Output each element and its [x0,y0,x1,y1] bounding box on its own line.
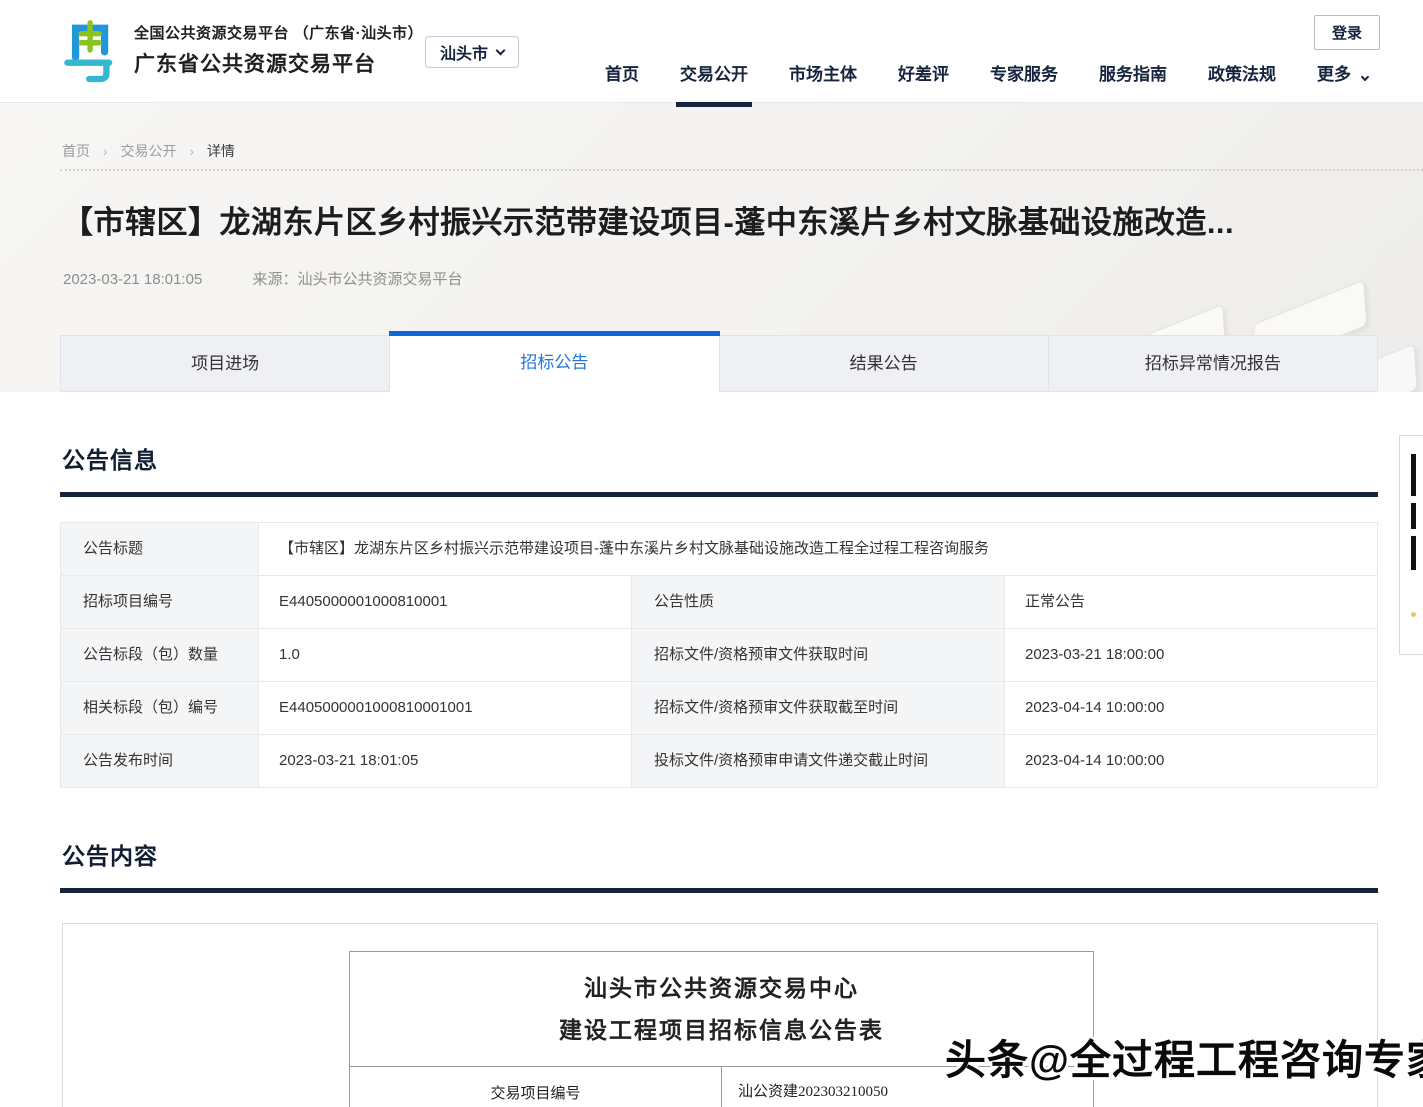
tab-bid-announcement[interactable]: 招标公告 [389,335,718,392]
row-label: 相关标段（包）编号 [61,682,259,735]
platform-name-province: 广东省公共资源交易平台 [134,48,423,78]
nav-item-more-label: 更多 [1317,65,1351,84]
nav-item-expert-service[interactable]: 专家服务 [990,60,1058,85]
table-row: 相关标段（包）编号 E4405000001000810001001 招标文件/资… [61,682,1378,735]
nav-item-more[interactable]: 更多 [1317,60,1368,85]
platform-logo-icon [62,14,120,86]
row-value: E4405000001000810001 [259,576,632,629]
brand-text: 全国公共资源交易平台 （广东省·汕头市） 广东省公共资源交易平台 [134,22,423,78]
table-row: 公告发布时间 2023-03-21 18:01:05 投标文件/资格预审申请文件… [61,735,1378,788]
side-widget-text-decoration [1411,536,1416,570]
city-selector[interactable]: 汕头市 [425,36,519,68]
table-row: 招标项目编号 E4405000001000810001 公告性质 正常公告 [61,576,1378,629]
breadcrumb-divider [60,169,1423,171]
row-value: 2023-03-21 18:00:00 [1005,629,1378,682]
breadcrumb-home[interactable]: 首页 [62,143,90,159]
breadcrumb-separator: › [189,143,194,159]
table-row: 公告标题 【市辖区】龙湖东片区乡村振兴示范带建设项目-蓬中东溪片乡村文脉基础设施… [61,523,1378,576]
row-label: 招标文件/资格预审文件获取截至时间 [632,682,1005,735]
city-selector-value: 汕头市 [440,40,488,64]
row-label: 招标项目编号 [61,576,259,629]
row-label: 交易项目编号 [350,1067,722,1107]
brand: 全国公共资源交易平台 （广东省·汕头市） 广东省公共资源交易平台 [62,14,423,86]
main-nav: 首页 交易公开 市场主体 好差评 专家服务 服务指南 政策法规 更多 [605,60,1368,85]
content-section-rule [60,888,1378,893]
info-section-heading: 公告信息 [62,441,1423,475]
platform-name-national: 全国公共资源交易平台 （广东省·汕头市） [134,22,423,43]
row-value: 2023-04-14 10:00:00 [1005,682,1378,735]
site-header: 全国公共资源交易平台 （广东省·汕头市） 广东省公共资源交易平台 汕头市 首页 … [0,0,1423,103]
breadcrumb-trade-public[interactable]: 交易公开 [120,143,176,159]
row-value: 2023-04-14 10:00:00 [1005,735,1378,788]
info-section-rule [60,492,1378,497]
article-meta: 2023-03-21 18:01:05 来源：汕头市公共资源交易平台 [63,268,462,289]
nav-item-home[interactable]: 首页 [605,60,639,85]
article-banner: 首页 › 交易公开 › 详情 【市辖区】龙湖东片区乡村振兴示范带建设项目-蓬中东… [0,103,1423,392]
announcement-info-table: 公告标题 【市辖区】龙湖东片区乡村振兴示范带建设项目-蓬中东溪片乡村文脉基础设施… [60,522,1378,788]
breadcrumb: 首页 › 交易公开 › 详情 [62,141,235,161]
row-value: 2023-03-21 18:01:05 [259,735,632,788]
row-label: 投标文件/资格预审申请文件递交截止时间 [632,735,1005,788]
row-value: 1.0 [259,629,632,682]
floating-side-widget[interactable] [1399,435,1423,655]
nav-item-service-guide[interactable]: 服务指南 [1099,60,1167,85]
source-label: 来源：汕头市公共资源交易平台 [252,271,462,288]
nav-item-policy[interactable]: 政策法规 [1208,60,1276,85]
publish-time: 2023-03-21 18:01:05 [63,271,202,288]
row-label: 公告标段（包）数量 [61,629,259,682]
side-widget-text-decoration [1411,503,1416,529]
tab-result-announcement[interactable]: 结果公告 [719,335,1048,392]
row-label: 招标文件/资格预审文件获取时间 [632,629,1005,682]
tab-project-entry[interactable]: 项目进场 [60,335,389,392]
row-value: E4405000001000810001001 [259,682,632,735]
row-label: 公告标题 [61,523,259,576]
chevron-down-icon [496,45,506,55]
nav-item-rating[interactable]: 好差评 [898,60,949,85]
chevron-down-icon [1360,73,1368,81]
nav-item-market-entity[interactable]: 市场主体 [789,60,857,85]
row-label: 公告发布时间 [61,735,259,788]
table-row: 公告标段（包）数量 1.0 招标文件/资格预审文件获取时间 2023-03-21… [61,629,1378,682]
row-label: 公告性质 [632,576,1005,629]
doc-title-line1: 汕头市公共资源交易中心 [350,968,1093,1010]
tab-abnormal-report[interactable]: 招标异常情况报告 [1048,335,1378,392]
side-widget-text-decoration [1411,454,1416,496]
announcement-tabs: 项目进场 招标公告 结果公告 招标异常情况报告 [60,335,1378,392]
breadcrumb-detail: 详情 [207,143,235,159]
nav-item-trade-public[interactable]: 交易公开 [680,60,748,85]
page-title: 【市辖区】龙湖东片区乡村振兴示范带建设项目-蓬中东溪片乡村文脉基础设施改造... [62,197,1392,242]
row-value: 正常公告 [1005,576,1378,629]
side-widget-dot [1411,612,1416,617]
breadcrumb-separator: › [103,143,108,159]
toutiao-watermark: 头条@全过程工程咨询专家 [945,1026,1423,1086]
login-button[interactable]: 登录 [1314,15,1380,50]
content-section-heading: 公告内容 [62,837,1423,871]
row-value: 【市辖区】龙湖东片区乡村振兴示范带建设项目-蓬中东溪片乡村文脉基础设施改造工程全… [259,523,1378,576]
